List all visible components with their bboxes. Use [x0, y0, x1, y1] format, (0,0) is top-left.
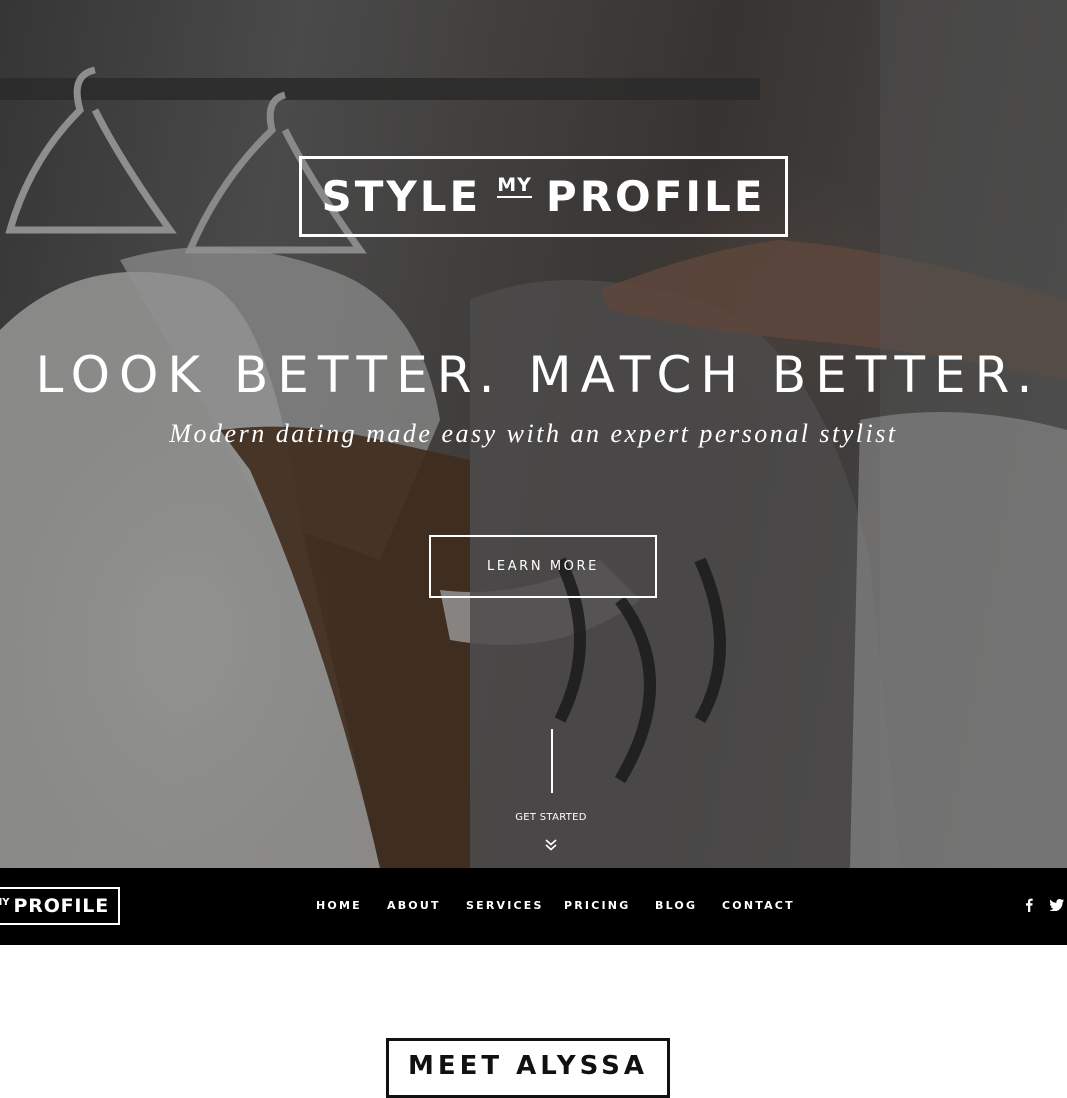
hero-subheadline: Modern dating made easy with an expert p…	[169, 419, 898, 448]
nav-item-about[interactable]: ABOUT	[387, 899, 441, 913]
nav-item-home[interactable]: HOME	[316, 899, 362, 913]
learn-more-button[interactable]: LEARN MORE	[429, 535, 657, 598]
nav-links: HOME ABOUT SERVICES PRICING BLOG CONTACT	[0, 868, 1067, 945]
double-chevron-down-icon[interactable]	[544, 838, 558, 852]
twitter-icon[interactable]	[1050, 899, 1064, 911]
nav-item-pricing[interactable]: PRICING	[564, 899, 630, 913]
facebook-icon[interactable]	[1024, 898, 1034, 912]
hero-section: STYLE MY PROFILE LOOK BETTER. MATCH BETT…	[0, 0, 1067, 868]
nav-item-blog[interactable]: BLOG	[655, 899, 697, 913]
section-heading: MEET ALYSSA	[407, 1051, 649, 1081]
logo-word-my: MY	[497, 173, 532, 198]
nav-item-services[interactable]: SERVICES	[466, 899, 544, 913]
logo-word-profile: PROFILE	[545, 172, 766, 221]
logo-word-style: STYLE	[321, 172, 482, 221]
meet-heading-box: MEET ALYSSA	[386, 1038, 670, 1098]
hero-headline: LOOK BETTER. MATCH BETTER.	[35, 346, 1042, 404]
get-started-link[interactable]: GET STARTED	[451, 812, 651, 823]
scroll-divider-line	[551, 729, 553, 793]
nav-item-contact[interactable]: CONTACT	[722, 899, 795, 913]
main-navbar: MY PROFILE HOME ABOUT SERVICES PRICING B…	[0, 868, 1067, 945]
hero-logo: STYLE MY PROFILE	[299, 156, 788, 237]
